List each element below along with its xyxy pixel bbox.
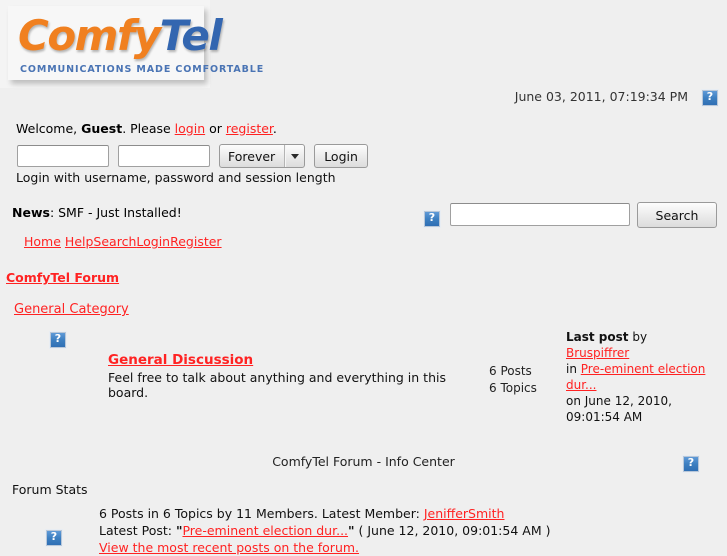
news-text: SMF - Just Installed!	[58, 205, 182, 220]
last-post-author-link[interactable]: Bruspiffrer	[566, 346, 629, 360]
please-text: . Please	[122, 121, 175, 136]
last-post-time: 09:01:54 AM	[566, 410, 643, 424]
broken-image-icon	[682, 455, 700, 473]
search-input[interactable]	[450, 203, 630, 226]
board-description: Feel free to talk about anything and eve…	[108, 370, 446, 400]
username-input[interactable]	[17, 145, 109, 167]
latest-post-label: Latest Post:	[99, 523, 176, 538]
password-input[interactable]	[118, 145, 210, 167]
category-header: General Category	[14, 302, 129, 317]
last-post-date: on June 12, 2010,	[566, 394, 672, 408]
stats-counts-text: 6 Posts in 6 Topics by 11 Members. Lates…	[99, 506, 424, 521]
logo-plate: ComfyTel COMMUNICATIONS MADE COMFORTABLE	[8, 6, 263, 80]
search-button[interactable]: Search	[637, 202, 717, 228]
stats-members-line: 6 Posts in 6 Topics by 11 Members. Lates…	[99, 505, 719, 522]
news-line: News: SMF - Just Installed!	[12, 205, 182, 220]
broken-image-icon	[45, 529, 63, 547]
chevron-down-icon[interactable]	[284, 145, 304, 167]
main-navigation: Home HelpSearchLoginRegister	[24, 234, 222, 249]
category-link-general[interactable]: General Category	[14, 302, 129, 317]
news-separator: :	[49, 205, 59, 220]
guest-label: Guest	[81, 121, 123, 136]
latest-member-link[interactable]: JenifferSmith	[424, 506, 505, 521]
nav-item-login[interactable]: Login	[136, 234, 170, 249]
breadcrumb-link-forum[interactable]: ComfyTel Forum	[6, 270, 119, 285]
broken-image-icon	[423, 210, 441, 228]
logo-text-comfy: Comfy	[18, 11, 161, 60]
date-bar: June 03, 2011, 07:19:34 PM	[0, 88, 727, 107]
board-post-count: 6 Posts	[489, 364, 532, 378]
last-post-label: Last post	[566, 330, 629, 344]
forum-stats-heading: Forum Stats	[12, 482, 88, 497]
latest-post-date: ( June 12, 2010, 09:01:54 AM )	[354, 523, 551, 538]
forum-stats-body: 6 Posts in 6 Topics by 11 Members. Lates…	[99, 505, 719, 556]
recent-posts-link[interactable]: View the most recent posts on the forum.	[99, 540, 359, 555]
nav-item-home[interactable]: Home	[24, 234, 61, 249]
broken-image-icon	[701, 88, 719, 107]
welcome-prefix: Welcome,	[16, 121, 82, 136]
or-text: or	[205, 121, 226, 136]
sentence-period: .	[272, 121, 277, 136]
latest-post-link[interactable]: Pre-eminent election dur...	[182, 523, 348, 538]
board-last-post: Last post by Bruspiffrer in Pre-eminent …	[566, 329, 726, 425]
nav-item-search[interactable]: Search	[93, 234, 136, 249]
last-post-in-text: in	[566, 362, 581, 376]
session-length-select[interactable]: Forever	[219, 144, 306, 168]
board-row: General Discussion Feel free to talk abo…	[108, 352, 458, 400]
breadcrumb: ComfyTel Forum	[6, 270, 119, 285]
login-link[interactable]: login	[175, 121, 205, 136]
board-stats: 6 Posts 6 Topics	[489, 363, 537, 397]
nav-item-register[interactable]: Register	[170, 234, 221, 249]
stats-latest-post-line: Latest Post: "Pre-eminent election dur..…	[99, 522, 719, 539]
login-hint-text: Login with username, password and sessio…	[16, 170, 336, 185]
login-button[interactable]: Login	[314, 144, 368, 168]
broken-image-icon	[49, 331, 67, 349]
logo-wordmark: ComfyTel	[18, 10, 223, 62]
login-form: Forever Login	[17, 144, 368, 168]
welcome-line: Welcome, Guest. Please login or register…	[16, 121, 277, 136]
board-link-general-discussion[interactable]: General Discussion	[108, 352, 253, 368]
session-length-value: Forever	[228, 148, 276, 164]
logo-tagline: COMMUNICATIONS MADE COMFORTABLE	[20, 64, 265, 75]
last-post-by-text: by	[628, 330, 648, 344]
news-label: News	[12, 205, 50, 220]
last-post-topic-link[interactable]: Pre-eminent election dur...	[566, 362, 705, 392]
info-center-title: ComfyTel Forum - Info Center	[272, 454, 455, 469]
board-topic-count: 6 Topics	[489, 381, 537, 395]
nav-item-help[interactable]: Help	[65, 234, 94, 249]
site-logo-area: ComfyTel COMMUNICATIONS MADE COMFORTABLE	[0, 0, 263, 88]
current-datetime: June 03, 2011, 07:19:34 PM	[514, 89, 689, 104]
register-link[interactable]: register	[226, 121, 273, 136]
logo-text-tel: Tel	[159, 11, 223, 60]
stats-recent-posts-line: View the most recent posts on the forum.	[99, 539, 719, 556]
